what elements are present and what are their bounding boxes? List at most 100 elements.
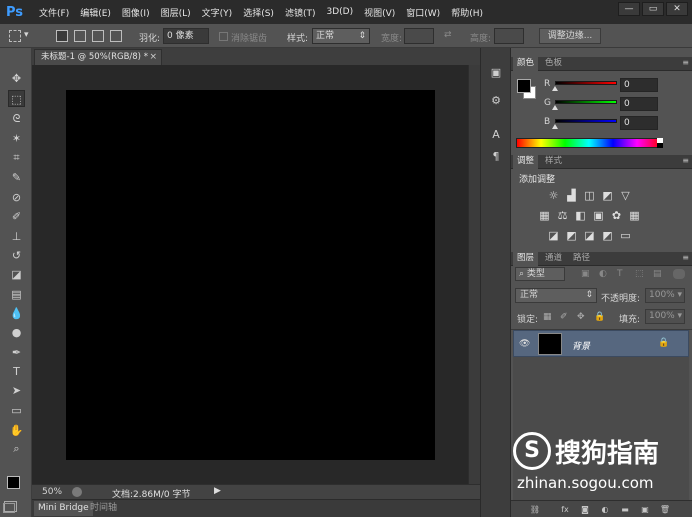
black-white-icon[interactable]: ◧ [574,209,587,222]
hue-saturation-icon[interactable]: ▦ [538,209,551,222]
feather-input[interactable]: 0 像素 [163,28,209,44]
menu-image[interactable]: 图像(I) [122,6,150,19]
tab-swatches[interactable]: 色板 [541,57,566,71]
layer-name[interactable]: 背景 [572,339,590,352]
rectangle-tool-icon[interactable]: ▭ [8,402,25,419]
style-select[interactable]: 正常 ⇕ [312,28,370,44]
selective-color-icon[interactable]: ◩ [601,229,614,242]
menu-3d[interactable]: 3D(D) [326,7,353,17]
layer-row-background[interactable]: 👁 背景 🔒 [513,330,689,357]
blend-mode-select[interactable]: 正常 ⇕ [515,288,597,303]
opacity-input[interactable]: 100% ▾ [645,288,685,303]
history-panel-icon[interactable]: ▣ [487,64,505,82]
eraser-tool-icon[interactable]: ◪ [8,266,25,283]
clone-stamp-tool-icon[interactable]: ⊥ [8,228,25,245]
document-tab[interactable]: 未标题-1 @ 50%(RGB/8) * × [34,49,162,65]
swap-icon[interactable]: ⇄ [444,30,452,40]
new-layer-icon[interactable]: ▣ [639,504,651,515]
eye-icon[interactable]: 👁 [519,339,530,349]
layer-style-icon[interactable]: fx [559,504,571,515]
refine-edge-button[interactable]: 调整边缘... [539,28,601,44]
dodge-tool-icon[interactable]: ● [8,324,25,341]
panel-menu-icon[interactable]: ≡ [682,253,689,262]
channel-mixer-icon[interactable]: ✿ [610,209,623,222]
color-balance-icon[interactable]: ⚖ [556,209,569,222]
filter-toggle[interactable] [673,269,685,279]
tab-layers[interactable]: 图层 [513,252,539,266]
adjustment-layer-icon[interactable]: ◐ [599,504,611,515]
close-tab-icon[interactable]: × [149,50,157,64]
actions-panel-icon[interactable]: ⚙ [487,92,505,110]
channel-b-input[interactable]: 0 [620,116,658,130]
new-group-icon[interactable]: ▬ [619,504,631,515]
vibrance-icon[interactable]: ▽ [619,189,632,202]
lock-all-icon[interactable]: 🔒 [594,312,605,322]
color-lookup-icon[interactable]: ▦ [628,209,641,222]
tab-adjustments[interactable]: 调整 [513,155,539,169]
zoom-level[interactable]: 50% [42,487,62,497]
brush-tool-icon[interactable]: ✐ [8,208,25,225]
move-tool-icon[interactable]: ✥ [8,70,25,87]
hand-tool-icon[interactable]: ✋ [8,422,25,439]
slider-g-track[interactable] [555,100,617,104]
channel-r-input[interactable]: 0 [620,78,658,92]
filter-type-icon[interactable]: T [617,269,623,279]
height-input[interactable] [494,28,524,44]
paragraph-panel-icon[interactable]: ¶ [487,148,505,166]
antialias-checkbox[interactable] [219,32,228,41]
chevron-down-icon[interactable]: ▾ [24,30,29,40]
marquee-preset-icon[interactable] [9,30,21,42]
levels-icon[interactable]: ▟ [565,189,578,202]
panel-menu-icon[interactable]: ≡ [682,156,689,165]
intersect-selection-icon[interactable] [110,30,122,42]
curves-icon[interactable]: ◫ [583,189,596,202]
menu-select[interactable]: 选择(S) [243,6,274,19]
menu-view[interactable]: 视图(V) [364,6,395,19]
filter-smart-icon[interactable]: ▤ [653,269,662,279]
healing-brush-tool-icon[interactable]: ⊘ [8,189,25,206]
invert-icon[interactable]: ◪ [547,229,560,242]
tab-color[interactable]: 颜色 [513,57,539,71]
fill-input[interactable]: 100% ▾ [645,309,685,324]
menu-edit[interactable]: 编辑(E) [80,6,111,19]
slider-b-handle[interactable] [552,124,558,129]
filter-shape-icon[interactable]: ⬚ [635,269,644,279]
add-mask-icon[interactable]: ◙ [579,504,591,515]
character-panel-icon[interactable]: A [487,126,505,144]
lock-transparent-icon[interactable]: ▦ [543,312,552,322]
posterize-icon[interactable]: ◩ [565,229,578,242]
lock-position-icon[interactable]: ✥ [577,312,585,322]
gradient-map-icon[interactable]: ▭ [619,229,632,242]
tab-channels[interactable]: 通道 [541,252,566,266]
channel-g-input[interactable]: 0 [620,97,658,111]
photo-filter-icon[interactable]: ▣ [592,209,605,222]
lock-pixels-icon[interactable]: ✐ [560,312,568,322]
eyedropper-tool-icon[interactable]: ✎ [8,169,25,186]
slider-b-track[interactable] [555,119,617,123]
width-input[interactable] [404,28,434,44]
panel-menu-icon[interactable]: ≡ [682,58,689,67]
path-selection-tool-icon[interactable]: ➤ [8,382,25,399]
add-selection-icon[interactable] [74,30,86,42]
spectrum-black-icon[interactable] [657,143,663,148]
filter-pixel-icon[interactable]: ▣ [581,269,590,279]
layer-filter-select[interactable]: ⌕ 类型 [515,267,565,281]
marquee-tool-icon[interactable]: ⬚ [8,90,25,107]
type-tool-icon[interactable]: T [8,363,25,380]
threshold-icon[interactable]: ◪ [583,229,596,242]
menu-layer[interactable]: 图层(L) [161,6,191,19]
magic-wand-tool-icon[interactable]: ✶ [8,130,25,147]
exposure-icon[interactable]: ◩ [601,189,614,202]
slider-r-handle[interactable] [552,86,558,91]
menu-file[interactable]: 文件(F) [39,6,69,19]
tab-paths[interactable]: 路径 [569,252,594,266]
link-layers-icon[interactable]: ⛓ [529,504,541,515]
color-spectrum-bar[interactable] [516,138,662,148]
crop-tool-icon[interactable]: ⌗ [8,149,25,166]
new-selection-icon[interactable] [56,30,68,42]
minimize-button[interactable]: — [618,2,640,16]
menu-help[interactable]: 帮助(H) [451,6,483,19]
menu-window[interactable]: 窗口(W) [406,6,440,19]
pen-tool-icon[interactable]: ✒ [8,344,25,361]
history-brush-tool-icon[interactable]: ↺ [8,247,25,264]
